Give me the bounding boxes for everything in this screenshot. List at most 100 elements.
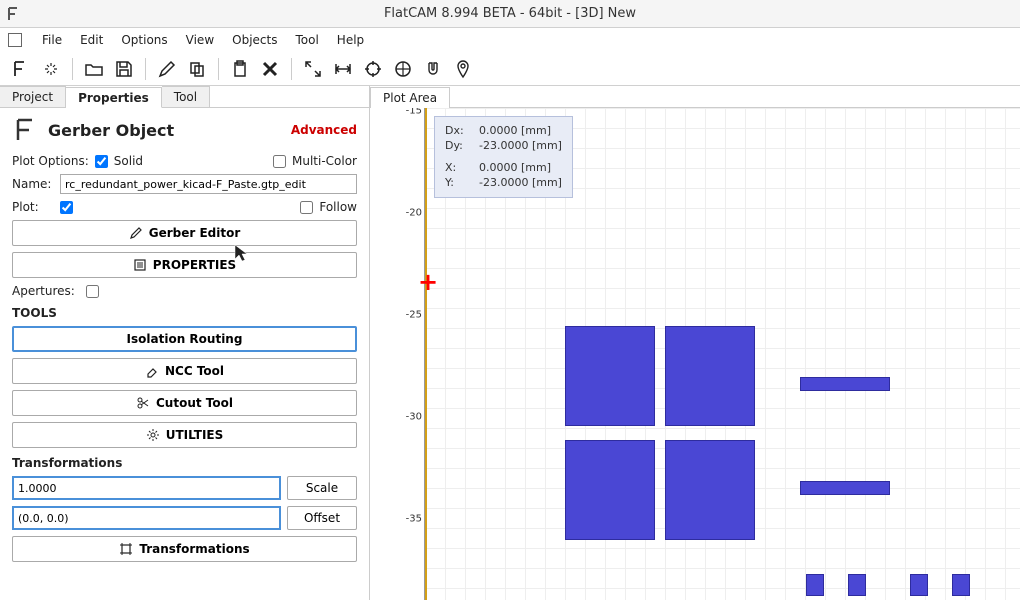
properties-label: PROPERTIES <box>153 258 236 272</box>
dy-value: -23.0000 [mm] <box>479 138 562 153</box>
menu-bar: File Edit Options View Objects Tool Help <box>0 28 1020 52</box>
apertures-label: Apertures: <box>12 284 80 298</box>
follow-checkbox[interactable] <box>300 201 313 214</box>
plot-canvas[interactable]: -15 -20 -25 -30 -35 + Dx: 0.0000 [mm] Dy… <box>370 108 1020 600</box>
scale-row: Scale <box>12 476 357 500</box>
x-label: X: <box>445 160 467 175</box>
utilities-button[interactable]: UTILTIES <box>12 422 357 448</box>
name-row: Name: <box>12 174 357 194</box>
gerber-pad <box>665 326 755 426</box>
menu-help[interactable]: Help <box>329 30 372 50</box>
menu-edit[interactable]: Edit <box>72 30 111 50</box>
isolation-routing-label: Isolation Routing <box>127 332 243 346</box>
map-pin-icon[interactable] <box>450 56 476 82</box>
gerber-pad <box>800 481 890 495</box>
plot-options-label: Plot Options: <box>12 154 89 168</box>
multi-color-label: Multi-Color <box>292 154 357 168</box>
properties-button[interactable]: PROPERTIES <box>12 252 357 278</box>
origin-y-axis <box>425 108 427 600</box>
plot-label: Plot: <box>12 200 54 214</box>
panel-tabs: Project Properties Tool <box>0 86 369 108</box>
name-label: Name: <box>12 177 54 191</box>
magnet-icon[interactable] <box>420 56 446 82</box>
offset-button[interactable]: Offset <box>287 506 357 530</box>
new-project-icon[interactable] <box>8 56 34 82</box>
tab-tool[interactable]: Tool <box>162 86 210 107</box>
left-panel: Project Properties Tool Gerber Object Ad… <box>0 86 370 600</box>
plot-checkbox[interactable] <box>60 201 73 214</box>
y-label: Y: <box>445 175 467 190</box>
cutout-tool-button[interactable]: Cutout Tool <box>12 390 357 416</box>
eraser-icon <box>145 364 159 378</box>
offset-row: Offset <box>12 506 357 530</box>
menu-view[interactable]: View <box>178 30 222 50</box>
gerber-editor-button[interactable]: Gerber Editor <box>12 220 357 246</box>
gerber-pad <box>565 440 655 540</box>
dx-label: Dx: <box>445 123 467 138</box>
plot-tabs: Plot Area <box>370 86 1020 108</box>
ruler-tick: -15 <box>406 108 422 117</box>
scissors-icon <box>136 396 150 410</box>
utilities-label: UTILTIES <box>166 428 224 442</box>
tab-plot-area[interactable]: Plot Area <box>370 87 450 108</box>
menu-tool[interactable]: Tool <box>287 30 326 50</box>
cutout-tool-label: Cutout Tool <box>156 396 233 410</box>
gerber-pad <box>952 574 970 596</box>
target-icon[interactable] <box>360 56 386 82</box>
dy-label: Dy: <box>445 138 467 153</box>
sparkle-icon[interactable] <box>38 56 64 82</box>
apertures-checkbox[interactable] <box>86 285 99 298</box>
crosshair-icon[interactable] <box>390 56 416 82</box>
tab-project[interactable]: Project <box>0 86 66 107</box>
plot-options-row: Plot Options: Solid Multi-Color <box>12 154 357 168</box>
folder-open-icon[interactable] <box>81 56 107 82</box>
solid-label: Solid <box>114 154 143 168</box>
width-icon[interactable] <box>330 56 356 82</box>
main-content: Project Properties Tool Gerber Object Ad… <box>0 86 1020 600</box>
advanced-label[interactable]: Advanced <box>291 123 357 137</box>
menu-objects[interactable]: Objects <box>224 30 285 50</box>
transform-icon <box>119 542 133 556</box>
app-icon <box>6 6 22 22</box>
multi-color-checkbox[interactable] <box>273 155 286 168</box>
object-header: Gerber Object Advanced <box>12 116 357 144</box>
ncc-tool-button[interactable]: NCC Tool <box>12 358 357 384</box>
panel-body: Gerber Object Advanced Plot Options: Sol… <box>0 108 369 600</box>
menu-file[interactable]: File <box>34 30 70 50</box>
vertical-ruler: -15 -20 -25 -30 -35 <box>370 108 425 600</box>
gerber-pad <box>806 574 824 596</box>
coord-info-box: Dx: 0.0000 [mm] Dy: -23.0000 [mm] X: 0.0… <box>434 116 573 198</box>
follow-label: Follow <box>319 200 357 214</box>
clipboard-icon[interactable] <box>227 56 253 82</box>
plot-panel: Plot Area -15 -20 -25 -30 -35 + Dx: 0.00… <box>370 86 1020 600</box>
app-mini-icon[interactable] <box>8 33 22 47</box>
toolbar <box>0 52 1020 86</box>
offset-input[interactable] <box>12 506 281 530</box>
tab-properties[interactable]: Properties <box>66 87 162 108</box>
plot-row: Plot: Follow <box>12 200 357 214</box>
gear-icon <box>146 428 160 442</box>
menu-options[interactable]: Options <box>113 30 175 50</box>
pencil-icon[interactable] <box>154 56 180 82</box>
expand-icon[interactable] <box>300 56 326 82</box>
ncc-tool-label: NCC Tool <box>165 364 224 378</box>
name-input[interactable] <box>60 174 357 194</box>
scale-button[interactable]: Scale <box>287 476 357 500</box>
ruler-tick: -30 <box>406 412 422 423</box>
scale-input[interactable] <box>12 476 281 500</box>
isolation-routing-button[interactable]: Isolation Routing <box>12 326 357 352</box>
save-icon[interactable] <box>111 56 137 82</box>
ruler-tick: -20 <box>406 208 422 219</box>
gerber-pad <box>848 574 866 596</box>
close-icon[interactable] <box>257 56 283 82</box>
solid-checkbox[interactable] <box>95 155 108 168</box>
copy-icon[interactable] <box>184 56 210 82</box>
pencil-icon <box>129 226 143 240</box>
gerber-object-icon <box>12 116 40 144</box>
y-value: -23.0000 [mm] <box>479 175 562 190</box>
transformations-heading: Transformations <box>12 456 357 470</box>
dx-value: 0.0000 [mm] <box>479 123 551 138</box>
object-title: Gerber Object <box>48 121 291 140</box>
transformations-label: Transformations <box>139 542 249 556</box>
transformations-button[interactable]: Transformations <box>12 536 357 562</box>
